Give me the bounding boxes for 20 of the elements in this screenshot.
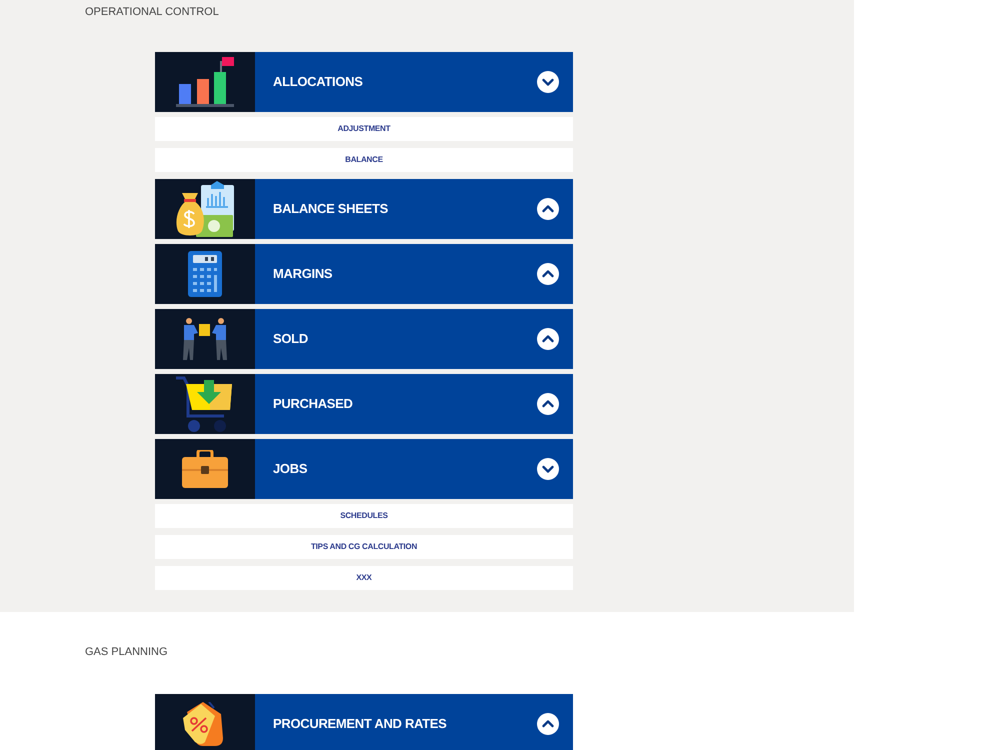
accordion-header[interactable]: SOLD — [155, 309, 573, 369]
money-bag-clipboard-icon — [176, 181, 234, 237]
section-title: GAS PLANNING — [85, 646, 168, 658]
submenu-item[interactable]: XXX — [155, 566, 573, 590]
submenu-item[interactable]: TIPS AND CG CALCULATION — [155, 535, 573, 559]
accordion-header[interactable]: ALLOCATIONS — [155, 52, 573, 112]
submenu-item[interactable]: SCHEDULES — [155, 504, 573, 528]
accordion-header[interactable]: PROCUREMENT AND RATES — [155, 694, 573, 750]
submenu-item[interactable]: ADJUSTMENT — [155, 117, 573, 141]
briefcase-icon — [182, 450, 228, 488]
accordion-header[interactable]: PURCHASED — [155, 374, 573, 434]
submenu-item[interactable]: BALANCE — [155, 148, 573, 172]
bar-chart-flag-icon — [176, 57, 234, 107]
accordion-header[interactable]: MARGINS — [155, 244, 573, 304]
shopping-cart-arrow-icon — [176, 376, 234, 432]
accordion-header[interactable]: BALANCE SHEETS — [155, 179, 573, 239]
two-people-box-icon — [182, 318, 228, 360]
accordion-header[interactable]: JOBS — [155, 439, 573, 499]
calculator-icon — [188, 251, 222, 297]
section-title: OPERATIONAL CONTROL — [85, 6, 219, 18]
